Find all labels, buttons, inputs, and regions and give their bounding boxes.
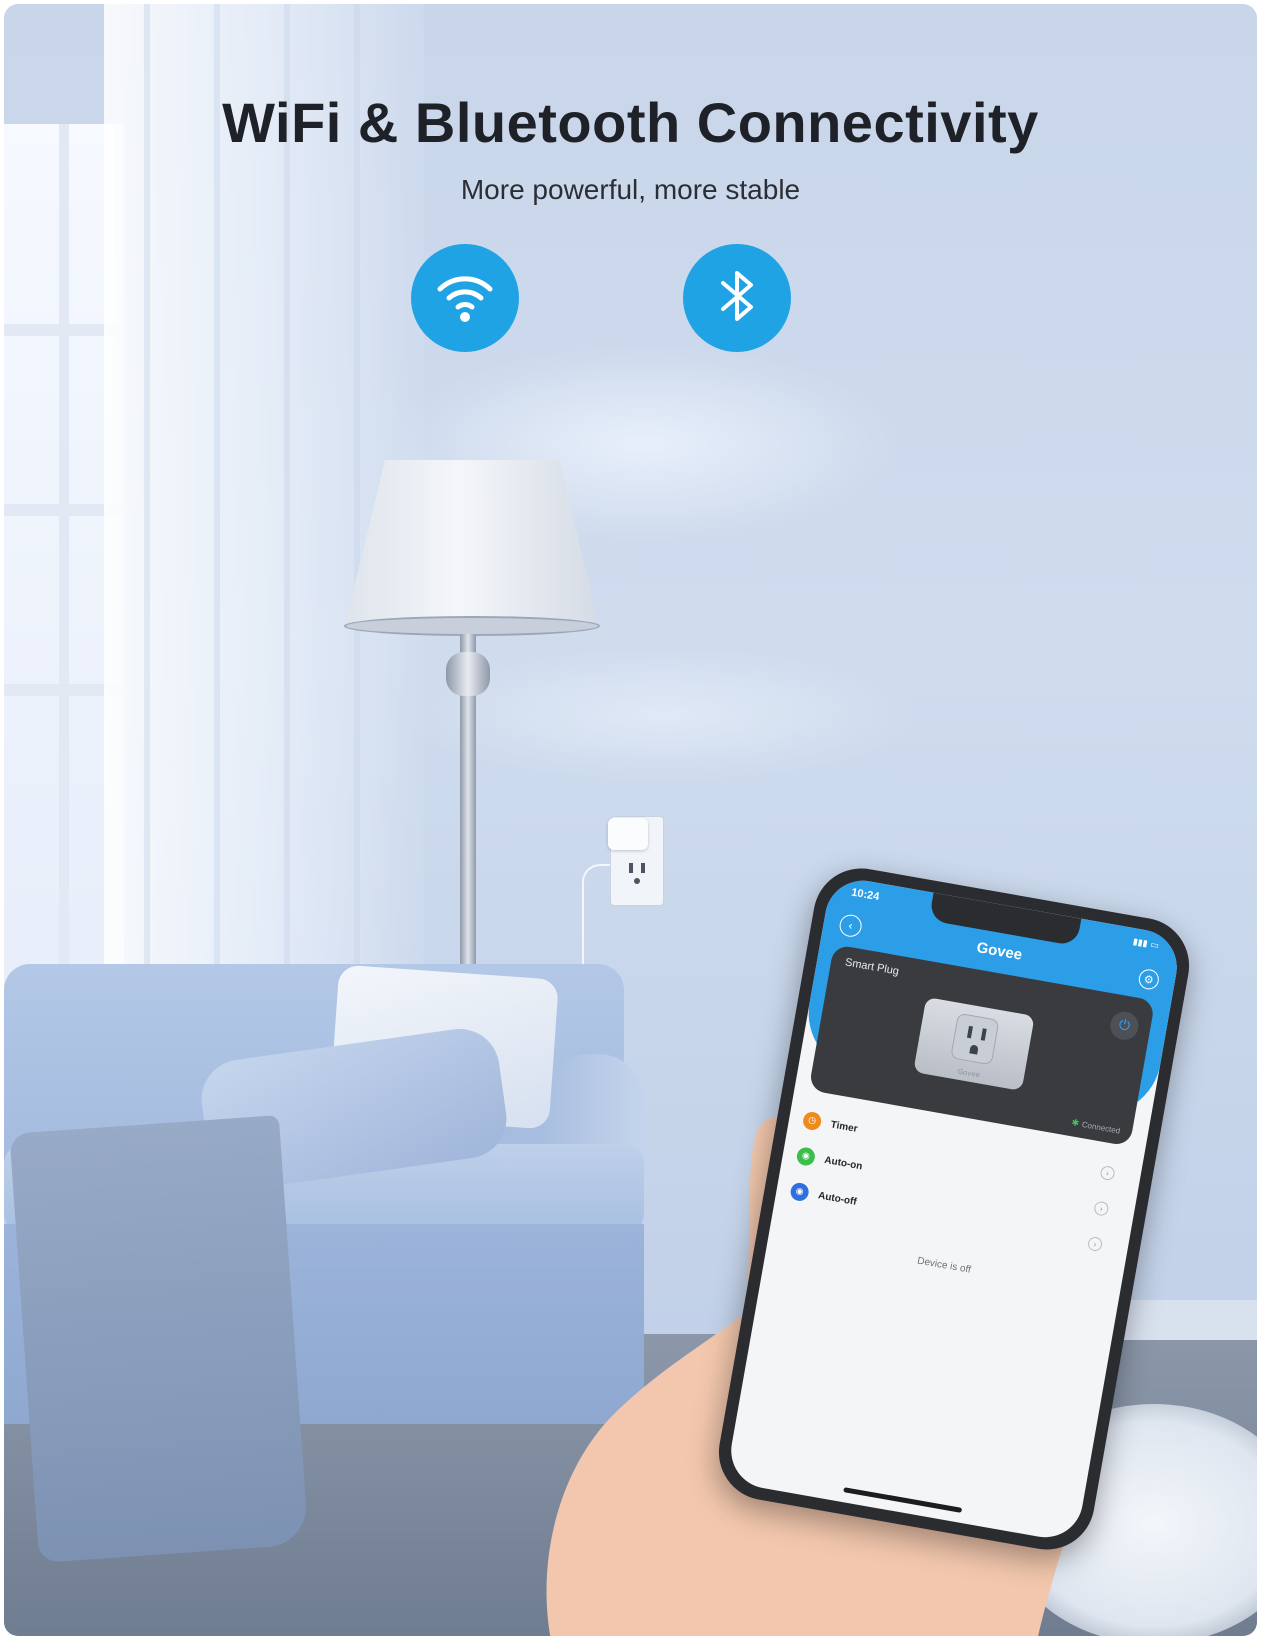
timer-icon: ◷ xyxy=(801,1110,823,1132)
bluetooth-badge xyxy=(683,244,791,352)
lamp-knob xyxy=(446,652,490,696)
menu-item-label: Auto-off xyxy=(817,1189,858,1208)
menu-item-label: Auto-on xyxy=(823,1154,864,1172)
gear-icon: ⚙ xyxy=(1142,972,1155,987)
headline-title: WiFi & Bluetooth Connectivity xyxy=(222,91,1039,154)
headline-subtitle: More powerful, more stable xyxy=(460,174,801,205)
power-button[interactable]: ⏻ xyxy=(1108,1009,1141,1043)
wifi-badge xyxy=(411,244,519,352)
bluetooth-icon xyxy=(707,263,767,333)
bluetooth-icon: ✱ xyxy=(1070,1117,1080,1129)
chevron-right-icon: › xyxy=(1093,1200,1110,1217)
smart-plug-image: Govee xyxy=(913,996,1035,1091)
wifi-icon xyxy=(432,263,498,333)
plug-brand: Govee xyxy=(956,1067,981,1080)
throw-blanket xyxy=(9,1115,309,1563)
battery-icon: ▭ xyxy=(1149,940,1160,952)
connection-status: ✱Connected xyxy=(1071,1117,1121,1136)
menu-item-label: Timer xyxy=(829,1118,859,1135)
plug-face xyxy=(950,1012,1000,1066)
chevron-right-icon: › xyxy=(1099,1165,1116,1182)
auto-off-icon: ◉ xyxy=(789,1181,811,1203)
device-name: Smart Plug xyxy=(844,956,900,978)
power-icon: ⏻ xyxy=(1117,1016,1132,1035)
smart-plug-on-wall xyxy=(608,818,648,850)
chevron-right-icon: › xyxy=(1086,1235,1104,1253)
lamp-shade-rim xyxy=(344,616,600,636)
connection-status-label: Connected xyxy=(1081,1119,1121,1136)
product-banner: WiFi & Bluetooth Connectivity More power… xyxy=(4,4,1257,1636)
lamp-shade xyxy=(344,460,600,629)
auto-on-icon: ◉ xyxy=(795,1146,817,1167)
home-indicator[interactable] xyxy=(843,1487,963,1513)
